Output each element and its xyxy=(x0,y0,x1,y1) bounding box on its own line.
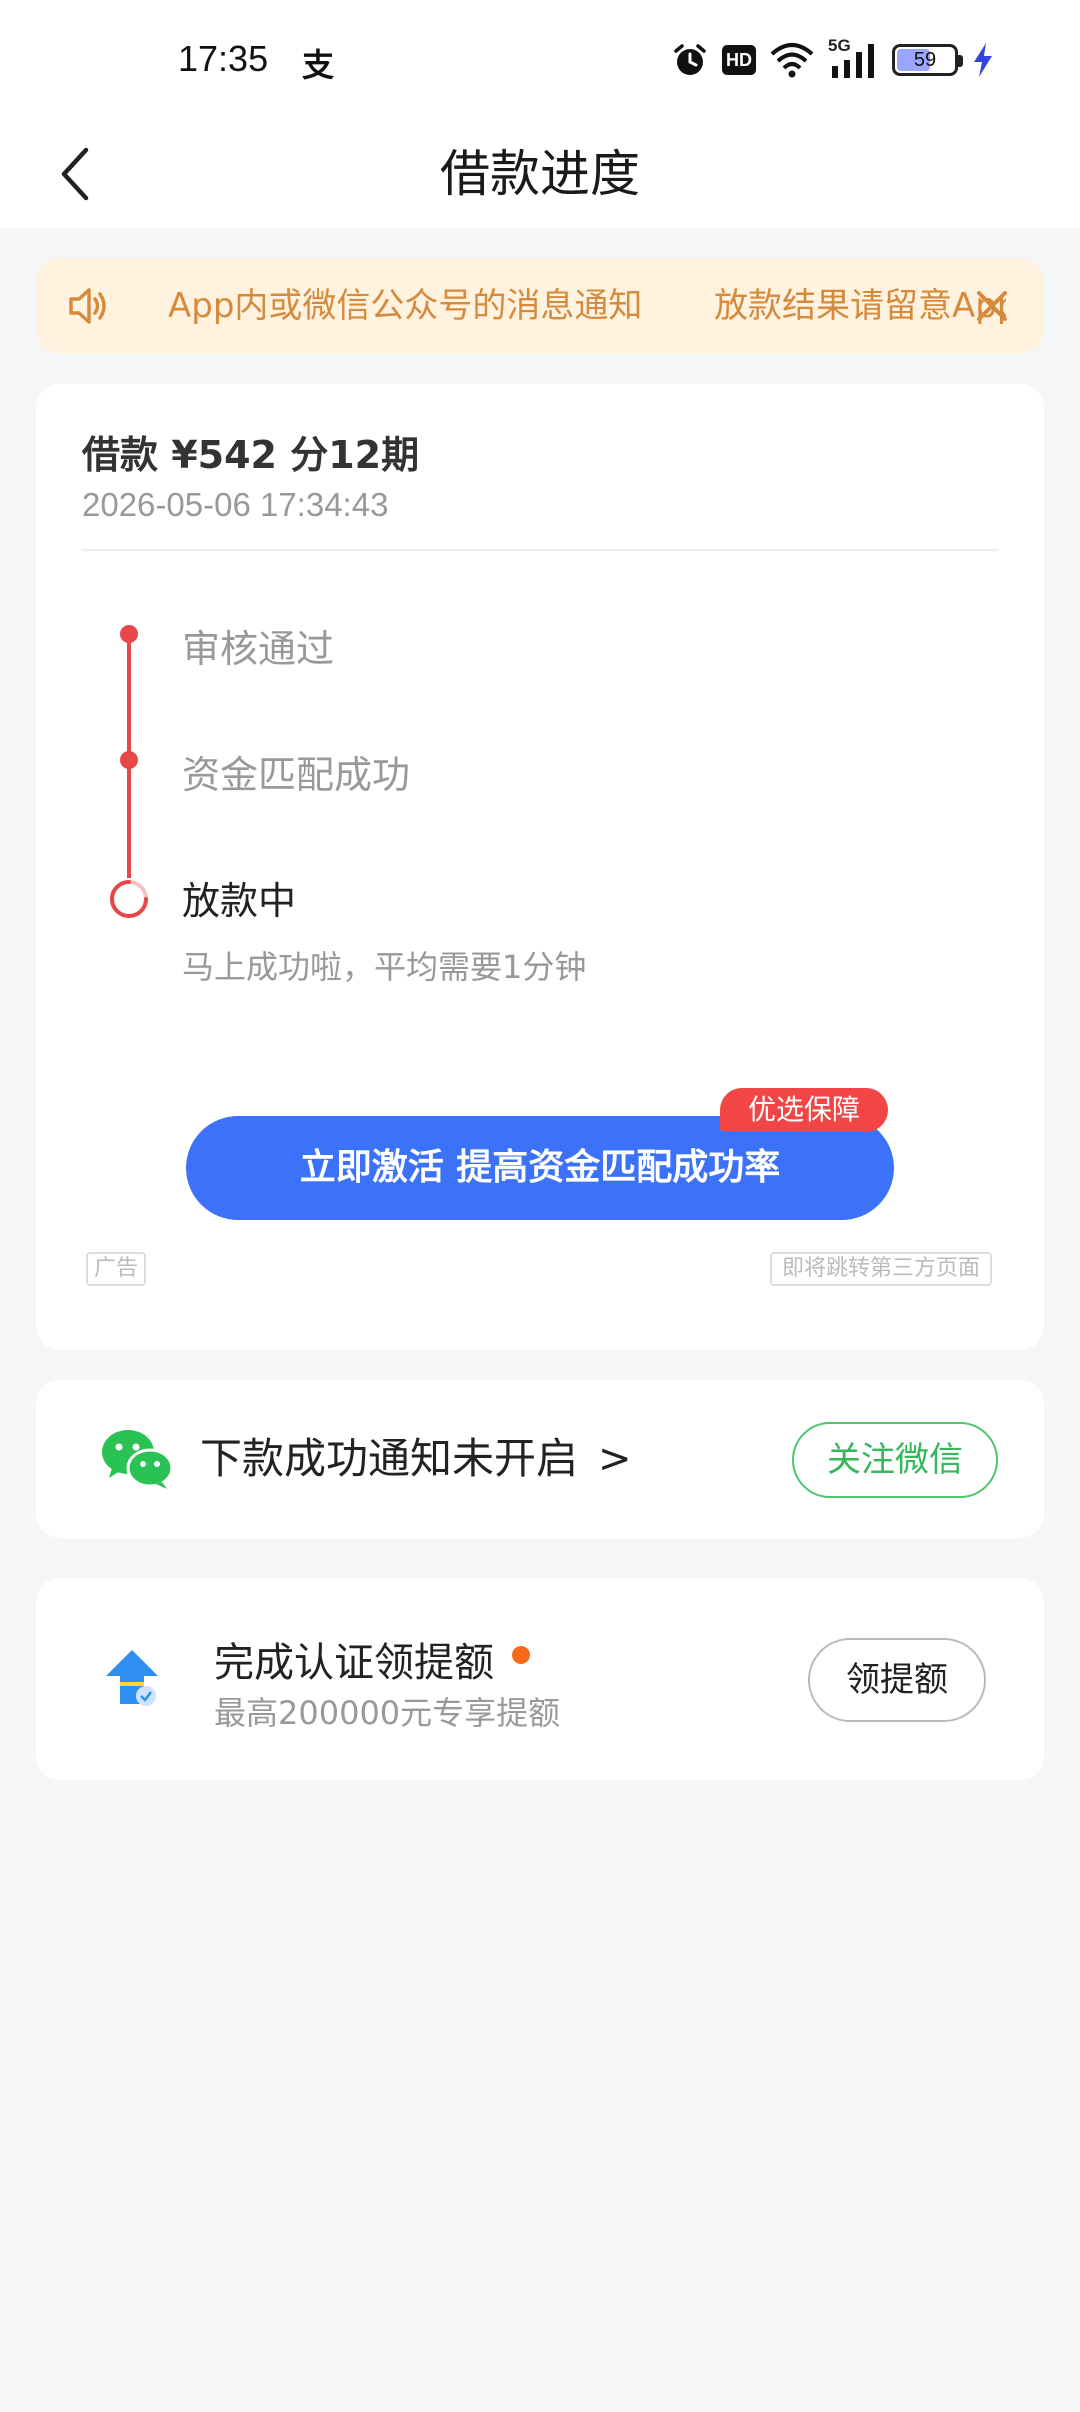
timeline-line xyxy=(127,760,131,878)
cert-subtitle: 最高200000元专享提额 xyxy=(214,1694,561,1732)
status-icons: HD 5G 59 xyxy=(672,36,994,84)
notice-banner: App内或微信公众号的消息通知 放款结果请留意App xyxy=(36,258,1044,354)
timeline-line xyxy=(127,634,131,760)
step-label-disbursing: 放款中 xyxy=(182,879,297,923)
battery-icon: 59 xyxy=(892,44,963,76)
third-party-tag: 即将跳转第三方页面 xyxy=(769,1252,992,1286)
step-sub-disbursing: 马上成功啦，平均需要1分钟 xyxy=(182,948,587,986)
nav-bar: 借款进度 xyxy=(0,120,1080,228)
step-label-matched: 资金匹配成功 xyxy=(182,753,411,797)
raise-limit-button[interactable]: 领提额 xyxy=(808,1638,986,1722)
step-dot-done xyxy=(120,625,138,643)
step-label-approved: 审核通过 xyxy=(182,627,335,671)
battery-level: 59 xyxy=(913,48,937,71)
follow-wechat-button[interactable]: 关注微信 xyxy=(792,1422,998,1498)
status-time: 17:35 xyxy=(178,38,269,79)
alarm-icon xyxy=(672,42,708,78)
priority-badge: 优选保障 xyxy=(720,1088,889,1132)
upgrade-arrow-icon xyxy=(102,1648,162,1714)
signal-5g-icon: 5G xyxy=(828,36,878,80)
step-dot-done xyxy=(120,751,138,769)
wechat-notify-text: 下款成功通知未开启 xyxy=(200,1434,579,1483)
notice-text-2: 放款结果请留意App xyxy=(714,286,1006,326)
alipay-icon: 支 xyxy=(302,46,335,84)
loading-spinner-icon xyxy=(108,878,150,924)
wechat-notify-card[interactable]: 下款成功通知未开启 > 关注微信 xyxy=(36,1380,1044,1538)
close-icon[interactable] xyxy=(970,284,1014,328)
status-bar: 17:35 支 HD 5G 59 xyxy=(0,0,1080,120)
wifi-icon xyxy=(770,42,814,78)
chevron-right-icon: > xyxy=(598,1436,632,1482)
loan-summary: 借款 ¥542 分12期 xyxy=(82,433,420,477)
ad-tag: 广告 xyxy=(86,1252,147,1286)
speaker-icon xyxy=(66,284,110,332)
certification-card[interactable]: 完成认证领提额 最高200000元专享提额 领提额 xyxy=(36,1578,1044,1780)
divider xyxy=(82,549,998,551)
loan-progress-card: 借款 ¥542 分12期 2026-05-06 17:34:43 审核通过 资金… xyxy=(36,384,1044,1350)
notice-text-1: App内或微信公众号的消息通知 xyxy=(168,286,643,326)
new-dot xyxy=(512,1646,530,1664)
charging-icon xyxy=(972,42,994,78)
wechat-icon xyxy=(100,1428,174,1494)
notice-marquee: App内或微信公众号的消息通知 放款结果请留意App xyxy=(132,258,1006,354)
cert-title: 完成认证领提额 xyxy=(214,1640,494,1686)
hd-icon: HD xyxy=(722,45,756,75)
loan-time: 2026-05-06 17:34:43 xyxy=(82,486,389,523)
page-title: 借款进度 xyxy=(440,145,640,203)
